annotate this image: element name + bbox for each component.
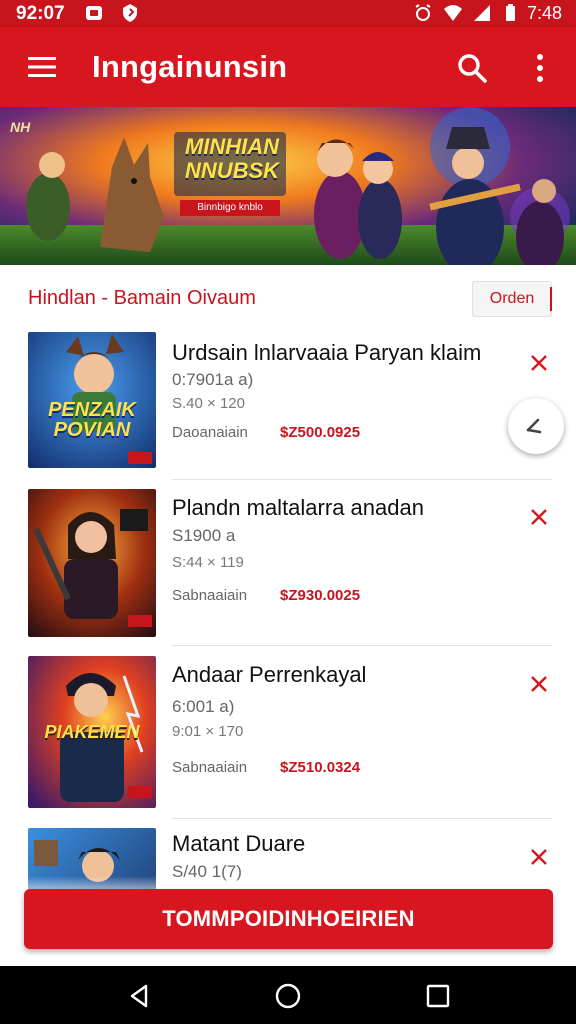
wifi-icon (444, 5, 462, 21)
edit-fab[interactable] (508, 398, 564, 454)
divider (172, 818, 552, 819)
more-vert-icon[interactable] (530, 51, 550, 85)
status-time-right: 7:48 (526, 3, 562, 23)
menu-icon[interactable] (28, 54, 56, 80)
item-title: Andaar Perrenkayal (172, 662, 367, 687)
banner-logo-line2: NNUBSK (184, 158, 280, 183)
close-icon[interactable] (528, 846, 550, 868)
banner-logo-line1: MINHIAN (184, 134, 280, 159)
recents-icon[interactable] (424, 982, 452, 1010)
pencil-icon (526, 418, 542, 434)
item-label: Daoanaiain (172, 424, 248, 441)
item-thumbnail (28, 489, 156, 637)
banner-logo-ribbon: Binnbigo knblo (197, 202, 263, 213)
close-icon[interactable] (528, 673, 550, 695)
item-thumbnail-text: PIAKEMEN (44, 722, 140, 742)
battery-icon (506, 4, 515, 21)
item-subtitle: 6:001 a) (172, 697, 235, 716)
item-price: $Z930.0025 (280, 587, 361, 604)
close-icon[interactable] (528, 506, 550, 528)
item-thumbnail-text: PENZAIK POVIAN (48, 399, 136, 441)
notification-icon (86, 6, 102, 20)
banner-badge: NH (10, 119, 31, 135)
system-nav-bar (0, 966, 576, 1024)
alarm-icon (415, 4, 431, 21)
divider (172, 479, 552, 480)
home-icon[interactable] (274, 982, 302, 1010)
item-dimensions: S:44 × 119 (172, 554, 244, 571)
shield-icon (123, 4, 137, 22)
item-subtitle: 0:7901a a) (172, 370, 254, 389)
divider (172, 645, 552, 646)
order-button[interactable]: Orden (472, 281, 552, 317)
item-label: Sabnaaiain (172, 759, 248, 776)
back-icon[interactable] (126, 982, 154, 1010)
signal-icon (474, 5, 490, 21)
item-label: Sabnaaiain (172, 587, 248, 604)
item-price: $Z510.0324 (280, 759, 361, 776)
promo-banner[interactable]: MINHIAN NNUBSK Binnbigo knblo NH (0, 107, 576, 265)
item-dimensions: 9:01 × 170 (172, 723, 244, 740)
item-price: $Z500.0925 (280, 424, 361, 441)
app-bar: Inngainunsin (0, 27, 576, 107)
banner-logo-title: MINHIAN NNUBSK (172, 135, 292, 183)
item-subtitle: S1900 a (172, 526, 236, 545)
primary-action-button[interactable]: TOMMPOIDINHOEIRIEN (24, 889, 553, 949)
item-dimensions: S.40 × 120 (172, 395, 245, 412)
status-bar: 92:07 7:48 (0, 0, 576, 27)
section-title: Hindlan - Bamain Oivaum (28, 287, 256, 309)
app-title: Inngainunsin (92, 49, 288, 84)
status-time-left: 92:07 (16, 3, 65, 24)
item-title: Matant Duare (172, 831, 306, 856)
item-title: Plandn maltalarra anadan (172, 495, 424, 520)
close-icon[interactable] (528, 352, 550, 374)
item-title: Urdsain lnlarvaaia Paryan klaim (172, 340, 482, 365)
search-icon[interactable] (456, 52, 488, 84)
